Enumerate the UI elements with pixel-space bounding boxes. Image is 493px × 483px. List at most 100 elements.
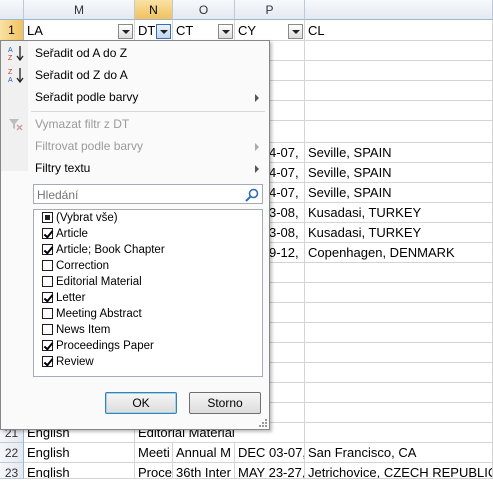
checkbox-checked[interactable]	[42, 356, 53, 367]
filter-item-meeting-abstract[interactable]: Meeting Abstract	[42, 306, 142, 322]
cell-cl[interactable]: Copenhagen, DENMARK	[305, 243, 493, 263]
cell-ct[interactable]: Annual M	[173, 443, 235, 463]
grid-cell[interactable]	[305, 303, 493, 323]
cell-ct[interactable]: 36th Inter	[173, 463, 235, 479]
checkbox-unchecked[interactable]	[42, 260, 53, 271]
text-filters-item[interactable]: Filtry textu	[3, 158, 267, 178]
grid-cell[interactable]	[270, 343, 305, 363]
grid-cell[interactable]	[270, 263, 305, 283]
submenu-arrow-icon	[255, 94, 259, 102]
cell-cl[interactable]: Seville, SPAIN	[305, 183, 493, 203]
grid-cell[interactable]	[305, 81, 493, 101]
checkbox-partial[interactable]	[42, 212, 53, 223]
filter-button-la[interactable]	[118, 24, 133, 39]
filter-item-label: (Vybrat vše)	[56, 212, 118, 224]
grid-cell[interactable]	[305, 363, 493, 383]
filter-item-article[interactable]: Article	[42, 226, 88, 242]
checkbox-unchecked[interactable]	[42, 308, 53, 319]
grid-cell[interactable]	[270, 61, 305, 81]
row-header-23[interactable]: 23	[0, 463, 24, 480]
sort-by-color-item[interactable]: Seřadit podle barvy	[3, 87, 267, 107]
grid-cell[interactable]	[270, 303, 305, 323]
grid-cell[interactable]	[270, 323, 305, 343]
cell-cl[interactable]: Kusadasi, TURKEY	[305, 203, 493, 223]
header-cell-cl[interactable]: CL	[305, 20, 493, 41]
grid-cell[interactable]	[305, 343, 493, 363]
cell-cy[interactable]: 9-12,	[266, 243, 305, 263]
cell-dt[interactable]: Proce	[135, 463, 173, 479]
filter-item-news-item[interactable]: News Item	[42, 322, 111, 338]
column-header-n[interactable]: N	[135, 0, 173, 20]
grid-cell[interactable]	[270, 101, 305, 121]
filter-button-cy[interactable]	[288, 24, 303, 39]
cell-cy[interactable]: MAY 23-27,	[235, 463, 305, 479]
column-header-m[interactable]: M	[24, 0, 135, 20]
cell-la[interactable]: English	[24, 463, 135, 479]
cell-cl[interactable]: Seville, SPAIN	[305, 143, 493, 163]
filter-by-color-item[interactable]: Filtrovat podle barvy	[3, 136, 267, 156]
column-header-o[interactable]: O	[173, 0, 235, 20]
filter-item-label: News Item	[56, 324, 111, 336]
filter-item-proceedings-paper[interactable]: Proceedings Paper	[42, 338, 154, 354]
corner-select-all[interactable]	[0, 0, 24, 20]
grid-cell[interactable]	[270, 383, 305, 403]
filter-button-ct[interactable]	[218, 24, 233, 39]
search-input[interactable]	[34, 185, 239, 205]
cancel-button[interactable]: Storno	[189, 392, 261, 414]
grid-cell[interactable]	[305, 263, 493, 283]
cell-cl[interactable]: Kusadasi, TURKEY	[305, 223, 493, 243]
filter-item-select-all[interactable]: (Vybrat vše)	[42, 210, 118, 226]
grid-cell[interactable]	[305, 283, 493, 303]
grid-cell[interactable]	[270, 363, 305, 383]
grid-cell[interactable]	[270, 41, 305, 61]
row-header-22[interactable]: 22	[0, 443, 24, 463]
column-header-p[interactable]: P	[235, 0, 305, 20]
clear-filter-item[interactable]: Vymazat filtr z DT	[3, 114, 267, 134]
filter-item-letter[interactable]: Letter	[42, 290, 85, 306]
cell-cy[interactable]: 3-08,	[266, 203, 305, 223]
row-header-1[interactable]: 1	[0, 20, 24, 41]
cell-cy[interactable]: 4-07,	[266, 143, 305, 163]
grid-cell[interactable]	[305, 61, 493, 81]
checkbox-unchecked[interactable]	[42, 276, 53, 287]
column-header-q[interactable]	[305, 0, 493, 20]
sort-a-to-z-item[interactable]: A Z Seřadit od A do Z	[3, 43, 267, 63]
filter-button-dt[interactable]	[156, 24, 171, 39]
checkbox-checked[interactable]	[42, 244, 53, 255]
cell-cy[interactable]: DEC 03-07,	[235, 443, 305, 463]
cell-la[interactable]: English	[24, 443, 135, 463]
filter-item-editorial-material[interactable]: Editorial Material	[42, 274, 142, 290]
filter-item-label: Meeting Abstract	[56, 308, 142, 320]
resize-grip-icon[interactable]	[258, 418, 267, 427]
cell-cl[interactable]: Seville, SPAIN	[305, 163, 493, 183]
cell-dt[interactable]: Meeti	[135, 443, 173, 463]
sort-z-to-a-item[interactable]: Z A Seřadit od Z do A	[3, 65, 267, 85]
grid-cell[interactable]	[305, 383, 493, 403]
grid-cell[interactable]	[270, 403, 305, 423]
sort-z-to-a-label: Seřadit od Z do A	[35, 68, 128, 82]
ok-button[interactable]: OK	[105, 392, 177, 414]
cell-cl[interactable]	[305, 423, 493, 443]
grid-cell[interactable]	[305, 101, 493, 121]
cell-cy[interactable]: 3-08,	[266, 223, 305, 243]
grid-cell[interactable]	[270, 121, 305, 143]
grid-cell[interactable]	[305, 403, 493, 423]
filter-item-article-book-chapter[interactable]: Article; Book Chapter	[42, 242, 165, 258]
checkbox-unchecked[interactable]	[42, 324, 53, 335]
filter-item-review[interactable]: Review	[42, 354, 94, 370]
grid-cell[interactable]	[270, 283, 305, 303]
search-icon[interactable]	[244, 187, 260, 203]
filter-item-correction[interactable]: Correction	[42, 258, 109, 274]
grid-cell[interactable]	[305, 323, 493, 343]
checkbox-checked[interactable]	[42, 340, 53, 351]
cell-cl[interactable]: San Francisco, CA	[305, 443, 493, 463]
cell-cy[interactable]: 4-07,	[266, 183, 305, 203]
grid-cell[interactable]	[270, 81, 305, 101]
cell-cl[interactable]: Jetrichovice, CZECH REPUBLIC	[305, 463, 493, 479]
checkbox-checked[interactable]	[42, 292, 53, 303]
search-field[interactable]	[33, 184, 263, 205]
cell-cy[interactable]: 4-07,	[266, 163, 305, 183]
grid-cell[interactable]	[305, 121, 493, 143]
grid-cell[interactable]	[305, 41, 493, 61]
checkbox-checked[interactable]	[42, 228, 53, 239]
